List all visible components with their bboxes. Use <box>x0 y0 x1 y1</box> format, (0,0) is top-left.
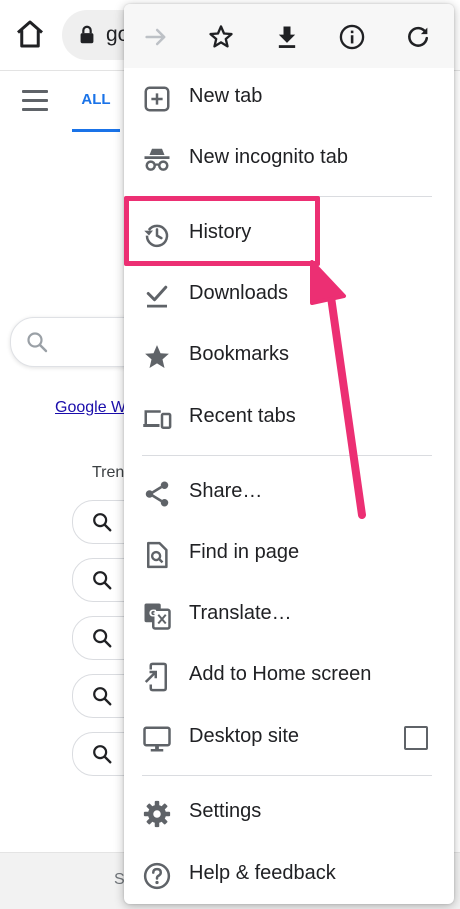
bookmark-star-icon <box>209 25 233 48</box>
menu-item-find-in-page[interactable]: Find in page <box>124 524 454 584</box>
recent-tabs-devices-icon <box>143 410 172 429</box>
downloads-check-icon <box>146 285 168 308</box>
reload-icon <box>408 26 429 47</box>
reload-button[interactable] <box>401 20 435 54</box>
menu-divider <box>142 775 432 776</box>
menu-item-label: Settings <box>189 800 262 822</box>
menu-item-label: New tab <box>189 85 263 107</box>
settings-gear-icon <box>143 800 171 828</box>
history-highlight-box <box>124 196 320 266</box>
search-icon <box>93 513 112 532</box>
menu-item-label: Add to Home screen <box>189 663 372 685</box>
lock-icon <box>76 24 98 46</box>
menu-item-add-to-home-screen[interactable]: Add to Home screen <box>124 646 454 706</box>
menu-item-label: Recent tabs <box>189 405 296 427</box>
menu-item-label: Help & feedback <box>189 862 336 884</box>
forward-icon <box>145 28 166 46</box>
page-info-icon <box>339 24 365 50</box>
tab-all[interactable]: ALL <box>72 71 120 132</box>
menu-item-bookmarks[interactable]: Bookmarks <box>124 326 454 386</box>
home-icon[interactable] <box>12 16 48 52</box>
menu-item-label: Share… <box>189 480 263 502</box>
svg-text:G: G <box>149 609 157 620</box>
trending-searches-label: Tren <box>92 464 125 481</box>
menu-item-label: New incognito tab <box>189 146 348 168</box>
add-to-home-screen-icon <box>144 662 167 692</box>
menu-divider <box>142 455 432 456</box>
search-icon <box>93 745 112 764</box>
menu-item-new-tab[interactable]: New tab <box>124 68 454 128</box>
menu-item-label: Find in page <box>189 541 300 563</box>
menu-item-settings[interactable]: Settings <box>124 783 454 843</box>
menu-item-help-feedback[interactable]: Help & feedback <box>124 845 454 904</box>
share-icon <box>145 481 169 507</box>
incognito-icon <box>144 148 170 171</box>
find-in-page-icon <box>147 541 168 569</box>
translate-icon: G <box>144 603 171 630</box>
search-icon <box>93 571 112 590</box>
help-icon <box>143 862 171 890</box>
search-icon <box>93 629 112 648</box>
star-icon <box>145 345 169 368</box>
bookmark-button[interactable] <box>204 20 238 54</box>
download-page-button[interactable] <box>270 20 304 54</box>
menu-item-new-incognito-tab[interactable]: New incognito tab <box>124 129 454 189</box>
menu-item-label: Desktop site <box>189 725 300 747</box>
page-info-button[interactable] <box>335 20 369 54</box>
menu-item-translate[interactable]: G Translate… <box>124 585 454 645</box>
download-icon <box>278 26 296 48</box>
menu-item-label: Translate… <box>189 602 292 624</box>
google-language-link[interactable]: Google W <box>55 399 126 417</box>
browser-overflow-menu: New tab New incognito tab History Downlo… <box>124 4 454 904</box>
search-icon <box>93 687 112 706</box>
menu-toolbar <box>124 4 454 68</box>
menu-item-share[interactable]: Share… <box>124 463 454 523</box>
menu-item-recent-tabs[interactable]: Recent tabs <box>124 388 454 448</box>
desktop-icon <box>143 726 171 752</box>
search-icon <box>25 330 49 354</box>
menu-item-label: Downloads <box>189 282 288 304</box>
menu-item-desktop-site[interactable]: Desktop site <box>124 708 454 768</box>
forward-button[interactable] <box>139 20 173 54</box>
menu-item-label: Bookmarks <box>189 343 290 365</box>
hamburger-menu-icon[interactable] <box>22 90 48 112</box>
menu-item-downloads[interactable]: Downloads <box>124 265 454 325</box>
desktop-site-checkbox[interactable] <box>404 726 428 750</box>
new-tab-plus-icon <box>144 86 170 112</box>
